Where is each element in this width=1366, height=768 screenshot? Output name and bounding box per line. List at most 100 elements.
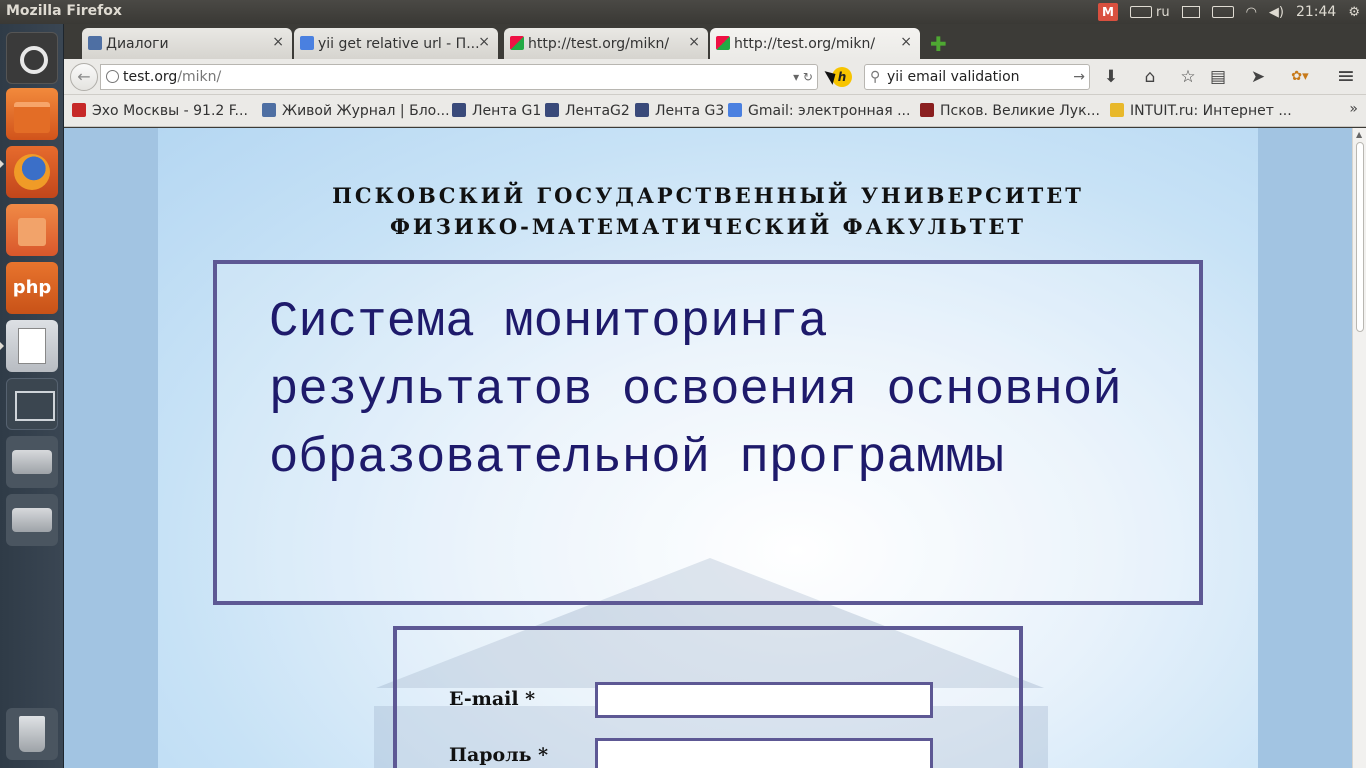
bookmarks-overflow-button[interactable]: » [1349,101,1358,117]
gmail-icon: M [1097,3,1118,21]
top-panel: Mozilla Firefox M ru ◠ ◀) 21:44 ⚙ [0,0,1366,24]
faculty-name: ФИЗИКО-МАТЕМАТИЧЕСКИЙ ФАКУЛЬТЕТ [390,214,1026,239]
bookmark-label: Лента G1 [472,103,542,119]
files-launcher-icon[interactable] [6,88,58,140]
clock[interactable]: 21:44 [1290,0,1342,24]
tab-label: http://test.org/mikn/ [734,35,876,52]
close-tab-icon[interactable]: × [478,34,490,50]
sound-indicator[interactable]: ◀) [1263,0,1290,24]
bookmark-item[interactable]: Псков. Великие Лук... [920,103,1100,119]
downloads-icon[interactable]: ⬇ [1099,65,1123,89]
new-tab-button[interactable]: ✚ [930,32,947,56]
bookmark-item[interactable]: Gmail: электронная ... [728,103,910,119]
gear-icon: ⚙ [1348,4,1360,20]
send-icon[interactable]: ➤ [1246,65,1270,89]
site-favicon-icon [716,36,730,50]
back-button[interactable]: ← [70,63,98,91]
google-favicon-icon [300,36,314,50]
navigation-toolbar: ← test.org/mikn/ ▾ ↻ h ⚲ yii email valid… [64,59,1366,95]
tab-label: Диалоги [106,35,169,52]
keyboard-icon [1129,6,1152,18]
bookmark-favicon-icon [452,103,466,117]
tab-test-org-1[interactable]: http://test.org/mikn/ × [504,28,708,59]
bookmark-favicon-icon [72,103,86,117]
tab-label: http://test.org/mikn/ [528,35,670,52]
email-field[interactable] [595,682,933,718]
drive-launcher-icon[interactable] [6,494,58,546]
close-tab-icon[interactable]: × [272,34,284,50]
hamburger-menu-icon[interactable]: ≡ [1334,65,1358,89]
bookmark-label: ЛентаG2 [565,103,630,119]
trash-launcher-icon[interactable] [6,708,58,760]
messaging-indicator[interactable] [1176,0,1206,24]
search-input[interactable]: yii email validation [887,69,1020,85]
bookmark-item[interactable]: Лента G3 [635,103,724,119]
page-title: Система мониторинга результатов освоения… [269,294,1122,486]
site-favicon-icon [510,36,524,50]
network-indicator[interactable]: ◠ [1240,0,1263,24]
search-go-icon[interactable]: → [1073,65,1085,89]
reload-icon[interactable]: ▾ ↻ [793,65,813,89]
bookmark-label: Живой Журнал | Бло... [282,103,450,119]
vertical-scrollbar[interactable]: ▲ [1352,128,1366,768]
close-tab-icon[interactable]: × [900,34,912,50]
bookmark-item[interactable]: INTUIT.ru: Интернет ... [1110,103,1292,119]
text-editor-launcher-icon[interactable] [6,320,58,372]
tab-label: yii get relative url - П... [318,35,480,52]
url-host: test.org [123,69,178,85]
bookmark-item[interactable]: ЛентаG2 [545,103,630,119]
bookmark-favicon-icon [1110,103,1124,117]
login-form: E-mail * Пароль * [393,626,1023,768]
password-label: Пароль * [449,744,549,766]
search-icon: ⚲ [870,69,881,85]
firefox-window: Диалоги × yii get relative url - П... × … [64,24,1366,768]
page-header: ПСКОВСКИЙ ГОСУДАРСТВЕННЫЙ УНИВЕРСИТЕТ ФИ… [158,180,1258,242]
software-center-launcher-icon[interactable] [6,204,58,256]
tab-bar: Диалоги × yii get relative url - П... × … [64,24,1366,59]
bookmark-favicon-icon [635,103,649,117]
battery-icon [1211,6,1234,18]
search-bar[interactable]: ⚲ yii email validation → [864,64,1090,90]
battery-indicator[interactable] [1206,0,1240,24]
speaker-icon: ◀) [1268,4,1284,20]
wifi-icon: ◠ [1245,4,1257,20]
bookmark-item[interactable]: Лента G1 [452,103,541,119]
bookmark-label: INTUIT.ru: Интернет ... [1130,103,1292,119]
running-indicator [0,342,4,350]
envelope-icon [1181,6,1200,18]
close-tab-icon[interactable]: × [688,34,700,50]
reading-list-icon[interactable]: ▤ [1206,65,1230,89]
tab-dialogs[interactable]: Диалоги × [82,28,292,59]
bookmark-item[interactable]: Живой Журнал | Бло... [262,103,450,119]
session-indicator[interactable]: ⚙ [1342,0,1366,24]
scrollbar-thumb[interactable] [1356,142,1364,332]
bookmark-label: Эхо Москвы - 91.2 F... [92,103,248,119]
keyboard-layout-label: ru [1155,4,1170,20]
firefox-launcher-icon[interactable] [6,146,58,198]
bookmark-star-icon[interactable]: ☆ [1176,65,1200,89]
extension-menu-icon[interactable]: ✿▾ [1282,65,1318,89]
password-field[interactable] [595,738,933,768]
chat-favicon-icon [88,36,102,50]
unity-launcher: php [0,24,64,768]
bookmarks-toolbar: Эхо Москвы - 91.2 F... Живой Журнал | Бл… [64,95,1366,127]
drive-launcher-icon[interactable] [6,436,58,488]
bookmark-item[interactable]: Эхо Москвы - 91.2 F... [72,103,248,119]
active-app-title: Mozilla Firefox [6,3,122,19]
workspace-switcher-icon[interactable] [6,378,58,430]
dash-home-button[interactable] [6,32,58,84]
url-path: /mikn/ [177,69,222,85]
globe-icon [106,70,119,83]
bookmark-favicon-icon [920,103,934,117]
system-title-box: Система мониторинга результатов освоения… [213,260,1203,605]
url-bar[interactable]: test.org/mikn/ ▾ ↻ [100,64,818,90]
scroll-up-icon[interactable]: ▲ [1356,130,1362,139]
tab-test-org-active[interactable]: http://test.org/mikn/ × [710,28,920,59]
keyboard-layout-indicator[interactable]: ru [1124,0,1176,24]
bookmark-label: Gmail: электронная ... [748,103,911,119]
bookmark-favicon-icon [545,103,559,117]
home-icon[interactable]: ⌂ [1138,65,1162,89]
tab-google-search[interactable]: yii get relative url - П... × [294,28,498,59]
mail-indicator[interactable]: M [1092,0,1124,24]
phpstorm-launcher-icon[interactable]: php [6,262,58,314]
